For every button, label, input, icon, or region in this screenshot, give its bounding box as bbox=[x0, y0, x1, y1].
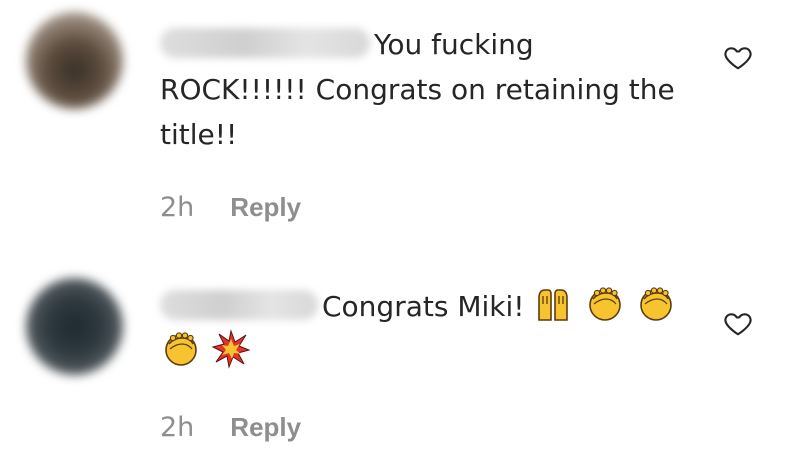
avatar[interactable] bbox=[26, 12, 123, 109]
username-blurred[interactable] bbox=[160, 28, 370, 58]
comment-timestamp: 2h bbox=[160, 192, 195, 223]
comment-text: Congrats Miki! bbox=[322, 290, 525, 323]
comment-body: Congrats Miki! bbox=[160, 284, 700, 374]
username-blurred[interactable] bbox=[160, 290, 318, 320]
comment-meta: 2h Reply bbox=[160, 192, 301, 223]
clapping-hands-emoji bbox=[640, 287, 673, 321]
collision-emoji bbox=[211, 329, 251, 369]
raising-hands-emoji bbox=[538, 289, 569, 321]
comment-body: You fucking ROCK!!!!!! Congrats on retai… bbox=[160, 22, 680, 157]
clapping-hands-emoji bbox=[589, 287, 622, 321]
reply-button[interactable]: Reply bbox=[230, 192, 301, 222]
comment-item: Congrats Miki! 2h Reply bbox=[0, 262, 800, 462]
avatar[interactable] bbox=[26, 278, 123, 375]
heart-icon[interactable] bbox=[723, 42, 753, 72]
comment-meta: 2h Reply bbox=[160, 412, 301, 443]
comment-timestamp: 2h bbox=[160, 412, 195, 443]
clapping-hands-emoji bbox=[165, 332, 197, 366]
reply-button[interactable]: Reply bbox=[230, 412, 301, 442]
heart-icon[interactable] bbox=[723, 308, 753, 338]
comment-item: You fucking ROCK!!!!!! Congrats on retai… bbox=[0, 0, 800, 250]
